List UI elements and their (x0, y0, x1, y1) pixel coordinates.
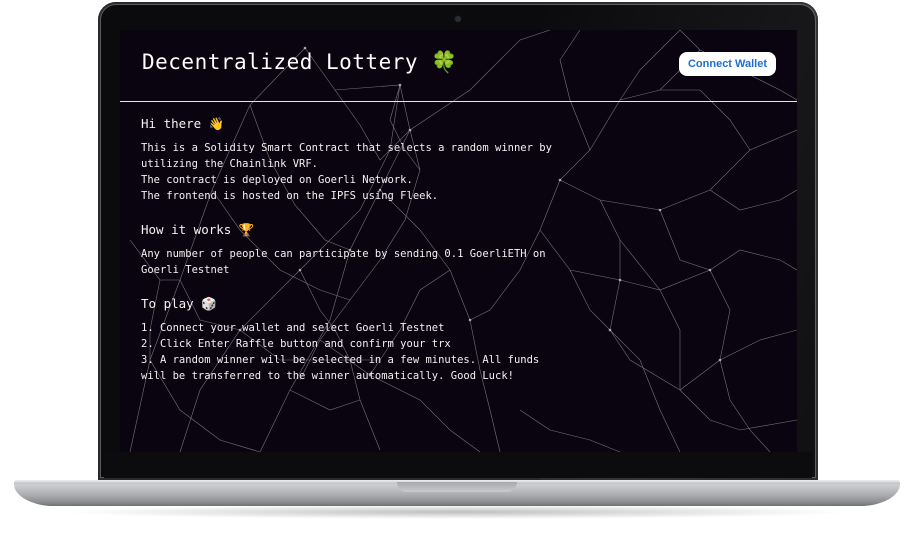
laptop-opening-notch (397, 482, 517, 492)
how-it-works-section: How it works 🏆 Any number of people can … (141, 222, 571, 278)
laptop-shadow (60, 505, 854, 519)
how-it-works-line: Goerli Testnet (141, 264, 230, 276)
to-play-step: will be transferred to the winner automa… (141, 370, 514, 382)
how-it-works-line: Any number of people can participate by … (141, 248, 546, 260)
how-it-works-heading: How it works 🏆 (141, 222, 255, 237)
app-screen: Decentralized Lottery 🍀 Connect Wallet H… (120, 30, 797, 452)
intro-line: The frontend is hosted on the IPFS using… (141, 190, 439, 202)
webcam-icon (455, 16, 461, 22)
intro-line: This is a Solidity Smart Contract that s… (141, 142, 552, 154)
intro-heading: Hi there 👋 (141, 116, 225, 131)
to-play-step: 3. A random winner will be selected in a… (141, 354, 540, 366)
app-title: Decentralized Lottery 🍀 (142, 50, 458, 74)
intro-section: Hi there 👋 This is a Solidity Smart Cont… (141, 116, 571, 204)
to-play-section: To play 🎲 1. Connect your wallet and sel… (141, 296, 571, 384)
connect-wallet-button[interactable]: Connect Wallet (679, 52, 776, 76)
navbar-divider (120, 101, 797, 102)
to-play-heading: To play 🎲 (141, 296, 217, 311)
top-navbar: Decentralized Lottery 🍀 Connect Wallet (120, 30, 797, 102)
intro-line: The contract is deployed on Goerli Netwo… (141, 174, 413, 186)
main-content: Hi there 👋 This is a Solidity Smart Cont… (141, 116, 571, 402)
screen-bezel (104, 452, 812, 478)
to-play-step: 1. Connect your wallet and select Goerli… (141, 322, 445, 334)
to-play-step: 2. Click Enter Raffle button and confirm… (141, 338, 451, 350)
intro-line: utilizing the Chainlink VRF. (141, 158, 319, 170)
laptop-mockup: Decentralized Lottery 🍀 Connect Wallet H… (0, 0, 914, 535)
